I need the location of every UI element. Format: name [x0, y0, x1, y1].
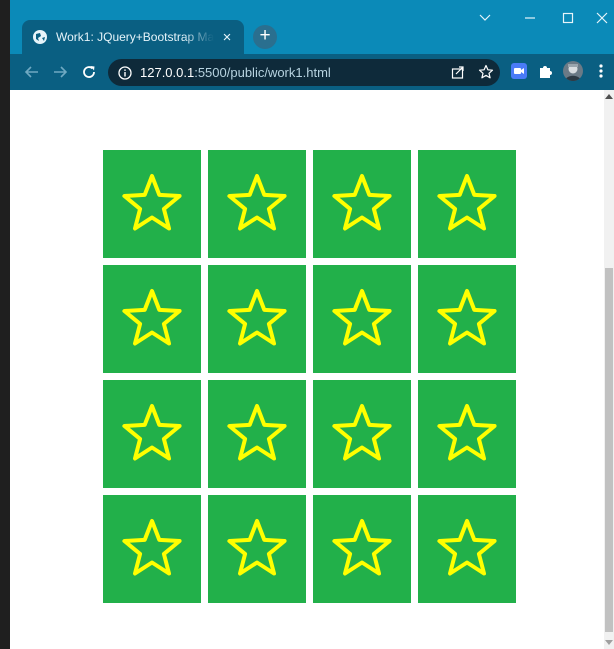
scroll-thumb[interactable] [605, 268, 613, 632]
star-icon [332, 519, 392, 576]
memory-card[interactable] [418, 150, 516, 258]
profile-avatar[interactable] [563, 61, 583, 81]
star-icon [122, 289, 182, 346]
browser-window: Work1: JQuery+Bootstrap Matching Game × … [10, 0, 614, 649]
share-icon[interactable] [450, 64, 466, 80]
scroll-down-arrow-icon[interactable] [605, 640, 613, 645]
close-window-icon[interactable] [592, 8, 612, 28]
star-icon [437, 289, 497, 346]
star-icon [437, 519, 497, 576]
vertical-scrollbar[interactable] [604, 90, 614, 649]
url-text: 127.0.0.1:5500/public/work1.html [140, 65, 331, 80]
forward-arrow-icon[interactable] [50, 62, 70, 82]
star-icon [122, 519, 182, 576]
tab-strip: Work1: JQuery+Bootstrap Matching Game × … [10, 0, 614, 54]
maximize-icon[interactable] [558, 8, 578, 28]
memory-card[interactable] [418, 495, 516, 603]
memory-card[interactable] [103, 380, 201, 488]
star-icon [227, 174, 287, 231]
tab-close-icon[interactable]: × [218, 28, 236, 46]
memory-card[interactable] [313, 265, 411, 373]
extensions-puzzle-icon[interactable] [537, 62, 555, 80]
tab-title: Work1: JQuery+Bootstrap Matching Game [56, 30, 214, 44]
star-icon [227, 519, 287, 576]
memory-card[interactable] [208, 380, 306, 488]
url-host: 127.0.0.1 [140, 65, 195, 80]
star-icon [332, 289, 392, 346]
memory-card[interactable] [208, 495, 306, 603]
info-icon[interactable] [118, 65, 132, 80]
memory-card[interactable] [103, 150, 201, 258]
star-icon [437, 404, 497, 461]
more-menu-icon[interactable] [594, 62, 608, 80]
tab-search-chevron-icon[interactable] [475, 8, 495, 28]
memory-card[interactable] [208, 265, 306, 373]
page-viewport [10, 90, 604, 649]
memory-card[interactable] [313, 380, 411, 488]
star-icon [122, 174, 182, 231]
star-icon [122, 404, 182, 461]
card-grid [103, 150, 517, 603]
memory-card[interactable] [103, 495, 201, 603]
back-arrow-icon[interactable] [22, 62, 42, 82]
memory-card[interactable] [418, 380, 516, 488]
bookmark-star-icon[interactable] [478, 64, 494, 80]
video-meet-extension-icon[interactable] [510, 62, 528, 80]
star-icon [437, 174, 497, 231]
minimize-icon[interactable] [520, 8, 540, 28]
scroll-up-arrow-icon[interactable] [605, 94, 613, 99]
star-icon [227, 289, 287, 346]
address-bar[interactable]: 127.0.0.1:5500/public/work1.html [108, 59, 500, 86]
new-tab-button[interactable]: + [253, 25, 277, 49]
memory-card[interactable] [313, 150, 411, 258]
star-icon [332, 174, 392, 231]
memory-card[interactable] [208, 150, 306, 258]
memory-card[interactable] [103, 265, 201, 373]
star-icon [227, 404, 287, 461]
reload-icon[interactable] [79, 62, 99, 82]
star-icon [332, 404, 392, 461]
tab-work1[interactable]: Work1: JQuery+Bootstrap Matching Game × [22, 20, 244, 54]
memory-card[interactable] [418, 265, 516, 373]
globe-icon [33, 30, 47, 44]
memory-card[interactable] [313, 495, 411, 603]
url-path: :5500/public/work1.html [194, 65, 331, 80]
